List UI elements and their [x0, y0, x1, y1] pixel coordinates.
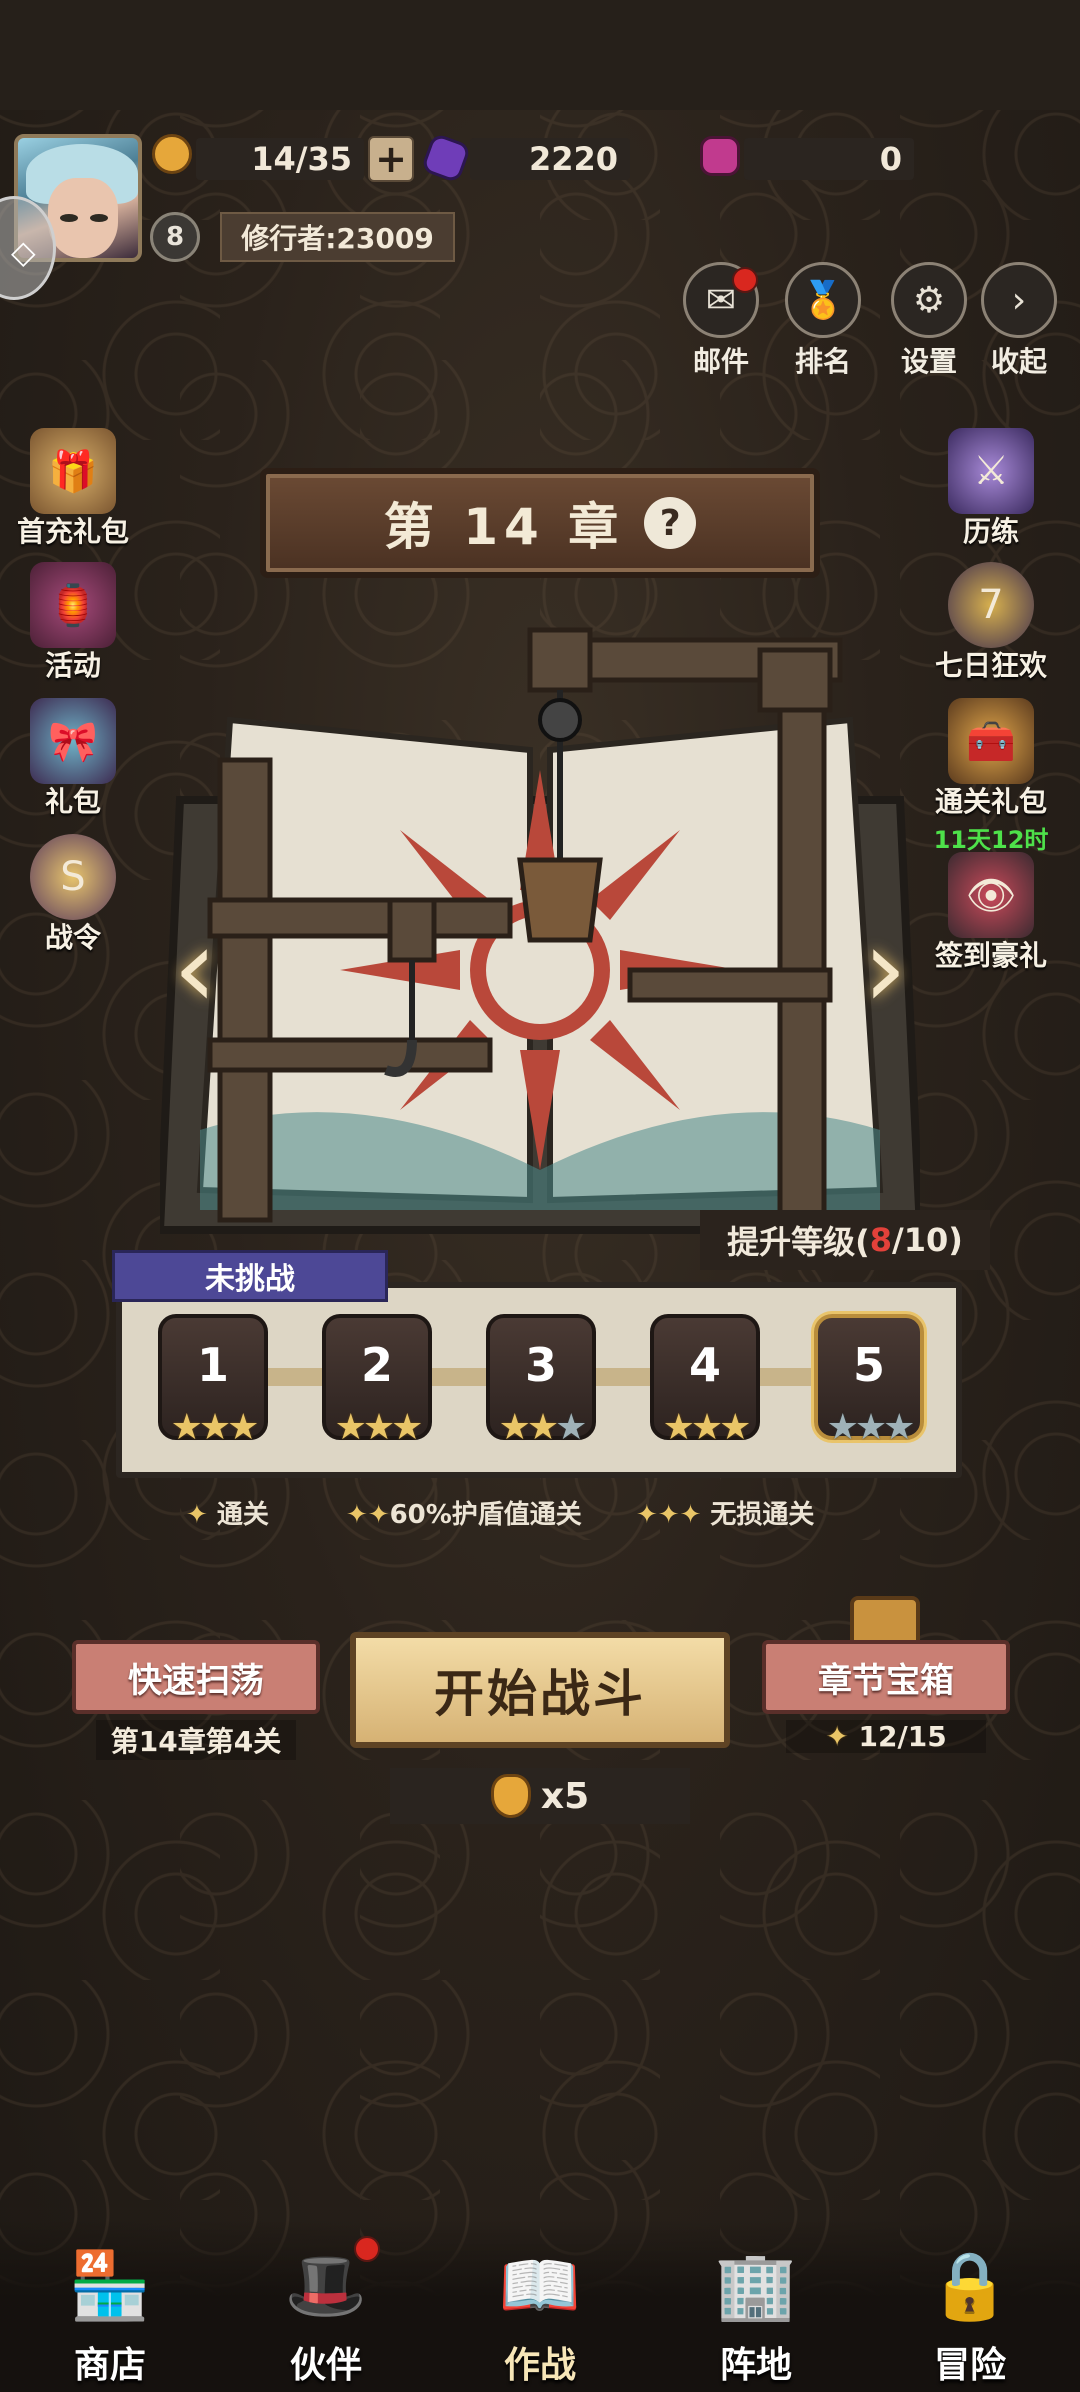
- shop-icon: 🏪: [68, 2247, 152, 2324]
- ticket-icon: [700, 136, 740, 176]
- training-button[interactable]: ⚔ 历练: [926, 428, 1056, 550]
- training-icon: ⚔: [948, 428, 1034, 514]
- legend-two-star: ✦✦60%护盾值通关: [346, 1500, 582, 1530]
- stamina-potion-icon: [152, 134, 192, 174]
- stage-5-button[interactable]: 5 ★★★: [814, 1314, 924, 1448]
- player-name: 修行者:23009: [220, 212, 455, 262]
- stage-stars: ★★★: [826, 1407, 916, 1448]
- spellbook-icon: 📖: [498, 2247, 582, 2324]
- stamina-potion-icon: [490, 1774, 531, 1818]
- chapter-banner: 第 14 章 ?: [260, 468, 820, 578]
- stage-stars: ★★★: [170, 1407, 260, 1448]
- battle-pass-icon: S: [30, 834, 116, 920]
- stage-2-button[interactable]: 2 ★★★: [322, 1314, 432, 1448]
- gem-icon: [420, 132, 472, 184]
- notification-dot: [354, 2236, 380, 2262]
- wizard-hat-icon: 🎩: [266, 2236, 386, 2336]
- previous-chapter-arrow[interactable]: ‹: [150, 908, 240, 1028]
- gift-pack-icon: 🎀: [30, 698, 116, 784]
- add-stamina-button[interactable]: +: [368, 136, 414, 182]
- chapter-chest-progress: ✦ 12/15: [786, 1720, 986, 1753]
- event-button[interactable]: 🏮 活动: [8, 562, 138, 684]
- double-chevron-icon: ◇: [11, 233, 36, 271]
- stage-status-tag: 未挑战: [112, 1250, 388, 1302]
- stage-3-button[interactable]: 3 ★★★: [486, 1314, 596, 1448]
- upgrade-level-progress: 提升等级(8/10): [700, 1210, 990, 1270]
- next-chapter-arrow[interactable]: ›: [840, 908, 930, 1028]
- first-charge-gift-button[interactable]: 🎁 首充礼包: [8, 428, 138, 550]
- battle-pass-button[interactable]: S 战令: [8, 834, 138, 956]
- clear-gift-button[interactable]: 🧰 通关礼包 11天12时: [926, 698, 1056, 855]
- medal-icon: 🏅: [785, 262, 861, 338]
- nav-adventure[interactable]: 🔒 冒险: [890, 2236, 1050, 2388]
- ranking-button[interactable]: 🏅 排名: [780, 262, 866, 380]
- player-level-badge: 8: [150, 212, 200, 262]
- stage-stars: ★★★: [662, 1407, 752, 1448]
- settings-button[interactable]: ⚙ 设置: [886, 262, 972, 380]
- seven-day-event-button[interactable]: 7 七日狂欢: [926, 562, 1056, 684]
- collapse-button[interactable]: › 收起: [976, 262, 1062, 380]
- first-charge-gift-icon: 🎁: [30, 428, 116, 514]
- stage-1-button[interactable]: 1 ★★★: [158, 1314, 268, 1448]
- event-icon: 🏮: [30, 562, 116, 648]
- stage-selector: 1 ★★★ 2 ★★★ 3 ★★★ 4 ★★★ 5 ★★★: [116, 1282, 962, 1478]
- chapter-chest-button[interactable]: 章节宝箱: [762, 1640, 1010, 1714]
- locked-adventure-icon: 🔒: [928, 2247, 1012, 2324]
- system-status-area: [0, 0, 1080, 110]
- stage-4-button[interactable]: 4 ★★★: [650, 1314, 760, 1448]
- stage-stars: ★★★: [334, 1407, 424, 1448]
- seven-day-icon: 7: [948, 562, 1034, 648]
- mail-icon: ✉: [683, 262, 759, 338]
- nav-partners[interactable]: 🎩 伙伴: [246, 2236, 406, 2388]
- legend-one-star: ✦ 通关: [186, 1500, 269, 1530]
- mail-button[interactable]: ✉ 邮件: [678, 262, 764, 380]
- chevron-right-icon: ›: [981, 262, 1057, 338]
- gem-counter: 2220: [470, 138, 630, 180]
- gear-icon: ⚙: [891, 262, 967, 338]
- quick-sweep-button[interactable]: 快速扫荡: [72, 1640, 320, 1714]
- help-button[interactable]: ?: [644, 497, 697, 549]
- clear-gift-icon: 🧰: [948, 698, 1034, 784]
- stamina-counter: 14/35: [196, 138, 364, 180]
- checkin-gift-icon: 👁: [948, 852, 1034, 938]
- nav-battle[interactable]: 📖 作战: [460, 2236, 620, 2388]
- clear-gift-timer: 11天12时: [933, 826, 1049, 854]
- nav-shop[interactable]: 🏪 商店: [30, 2236, 190, 2388]
- nav-base[interactable]: 🏢 阵地: [676, 2236, 836, 2388]
- start-battle-button[interactable]: 开始战斗: [350, 1632, 730, 1748]
- chapter-book-illustration[interactable]: [160, 610, 920, 1250]
- stage-stars: ★★★: [498, 1407, 588, 1448]
- battle-cost: x5: [390, 1768, 690, 1824]
- building-icon: 🏢: [714, 2247, 798, 2324]
- legend-three-star: ✦✦✦ 无损通关: [636, 1500, 815, 1530]
- chapter-title: 第 14 章: [383, 498, 625, 556]
- notification-dot: [732, 267, 758, 293]
- checkin-gift-button[interactable]: 👁 签到豪礼: [926, 852, 1056, 974]
- ticket-counter: 0: [744, 138, 914, 180]
- gift-pack-button[interactable]: 🎀 礼包: [8, 698, 138, 820]
- quick-sweep-target: 第14章第4关: [96, 1720, 296, 1760]
